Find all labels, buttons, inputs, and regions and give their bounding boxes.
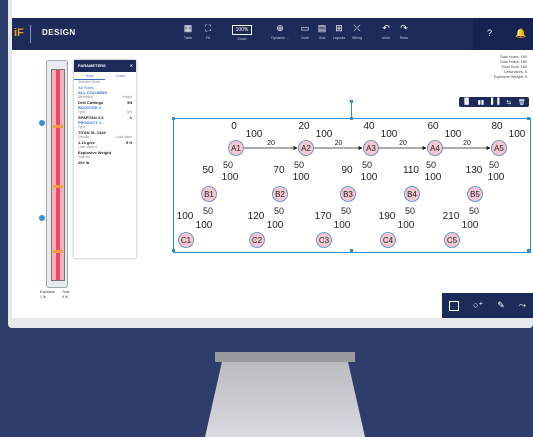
hole-id-label: C3 [319, 236, 330, 245]
fire-time-label: 210 [443, 211, 460, 222]
fire-time-label: 70 [273, 165, 285, 176]
pencil-icon[interactable]: ✎ [497, 300, 505, 311]
monitor-chin [16, 318, 533, 328]
weight-label: 100 [293, 172, 310, 183]
hole-id-label: C5 [447, 236, 458, 245]
fire-time-label: 120 [248, 211, 265, 222]
fire-time-label: 20 [298, 121, 310, 132]
add-hole-icon[interactable]: ○⁺ [473, 300, 483, 311]
delay-label: 50 [223, 160, 233, 170]
hole-id-label: C4 [383, 236, 394, 245]
delay-label: 20 [267, 140, 275, 147]
delay-label: 50 [405, 206, 415, 216]
weight-label: 100 [381, 129, 398, 140]
weight-label: 100 [398, 220, 415, 231]
hole-id-label: C1 [181, 236, 192, 245]
hole-id-label: B3 [343, 190, 353, 199]
delay-label: 50 [469, 206, 479, 216]
fire-time-label: 60 [427, 121, 439, 132]
fire-time-label: 80 [491, 121, 503, 132]
fire-time-label: 170 [315, 211, 332, 222]
select-icon[interactable] [449, 300, 459, 311]
fire-time-label: 110 [403, 165, 419, 176]
fire-time-label: 0 [231, 121, 237, 132]
bottom-toolbar: ○⁺ ✎ ⤳ [442, 293, 533, 318]
delay-label: 20 [463, 140, 471, 147]
hole-id-label: B4 [407, 190, 417, 199]
weight-label: 100 [445, 129, 462, 140]
delay-label: 50 [362, 160, 372, 170]
weight-label: 100 [246, 129, 263, 140]
weight-label: 100 [361, 172, 378, 183]
hole-id-label: A1 [231, 144, 241, 153]
fire-time-label: 40 [363, 121, 375, 132]
delay-label: 50 [489, 160, 499, 170]
delay-label: 20 [335, 140, 343, 147]
delay-label: 50 [294, 160, 304, 170]
hole-id-label: A5 [494, 144, 504, 153]
fire-time-label: 50 [202, 165, 214, 176]
hole-id-label: B2 [275, 190, 285, 199]
monitor-stand [205, 352, 365, 437]
hole-id-label: A3 [366, 144, 376, 153]
weight-label: 100 [462, 220, 479, 231]
weight-label: 100 [488, 172, 505, 183]
delay-label: 50 [203, 206, 213, 216]
weight-label: 100 [316, 129, 333, 140]
fire-time-label: 130 [466, 165, 483, 176]
weight-label: 100 [222, 172, 239, 183]
delay-label: 50 [274, 206, 284, 216]
hole-id-label: B5 [470, 190, 480, 199]
fire-time-label: 190 [379, 211, 396, 222]
delay-label: 50 [341, 206, 351, 216]
hole-id-label: B1 [204, 190, 214, 199]
weight-label: 100 [425, 172, 442, 183]
wire-icon[interactable]: ⤳ [519, 300, 526, 311]
weight-label: 100 [334, 220, 351, 231]
weight-label: 100 [509, 129, 526, 140]
fire-time-label: 100 [177, 211, 194, 222]
delay-label: 50 [426, 160, 436, 170]
app-screen: iF DESIGN ▦ Table ⛶ Fit 100% Zoom ⊕ Dyna… [12, 0, 533, 318]
blast-diagram: 20 20 20 20A10100A220100A340100A460100A5801… [177, 121, 526, 248]
hole-id-label: A4 [430, 144, 440, 153]
weight-label: 100 [196, 220, 213, 231]
delay-label: 20 [399, 140, 407, 147]
hole-id-label: C2 [252, 236, 263, 245]
fire-time-label: 90 [341, 165, 353, 176]
weight-label: 100 [267, 220, 284, 231]
monitor-frame: iF DESIGN ▦ Table ⛶ Fit 100% Zoom ⊕ Dyna… [8, 0, 533, 328]
hole-id-label: A2 [301, 144, 311, 153]
